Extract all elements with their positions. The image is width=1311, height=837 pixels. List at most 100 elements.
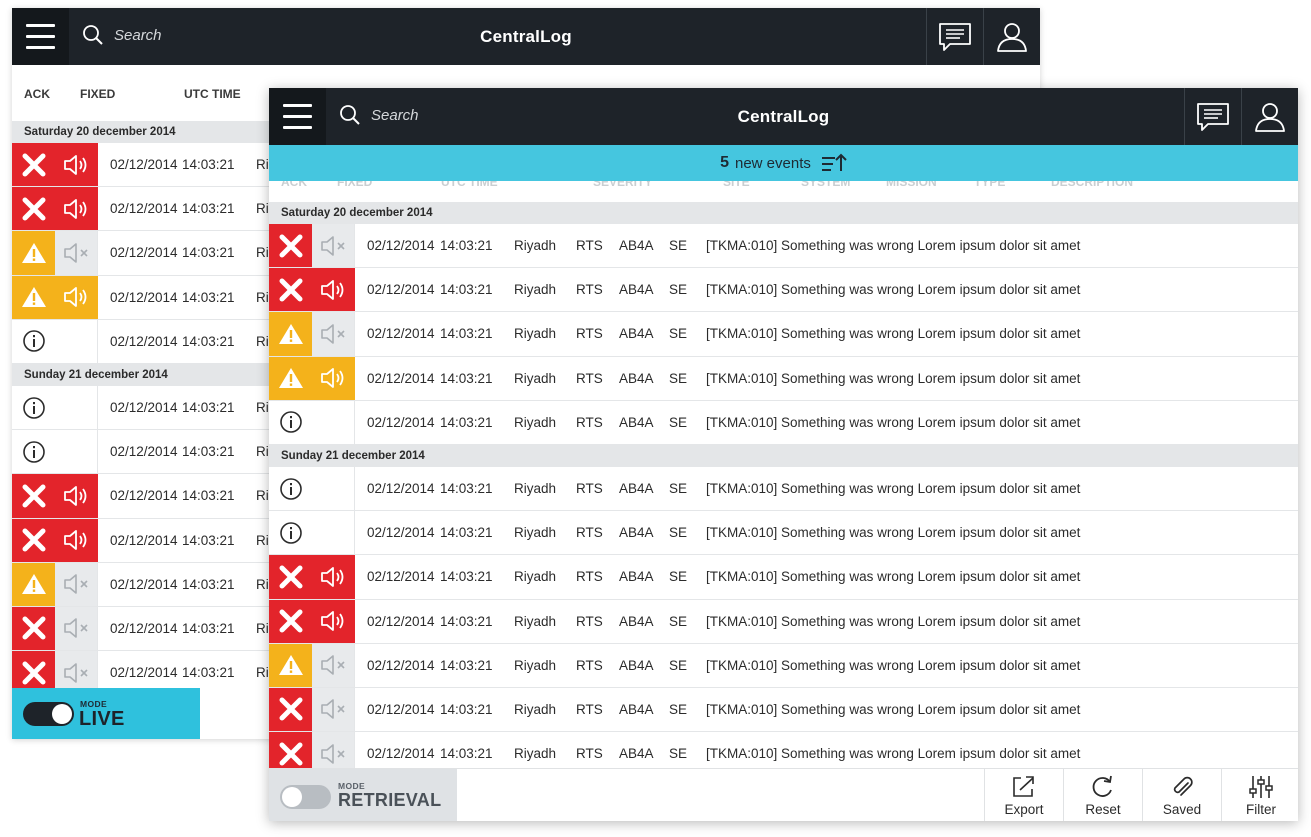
ack-cell[interactable] xyxy=(12,430,55,473)
table-row[interactable]: 02/12/2014 14:03:21 Riyadh RTS AB4A SE [TKMA:0… xyxy=(269,511,1298,556)
menu-button[interactable] xyxy=(269,88,326,145)
table-row[interactable]: 02/12/2014 14:03:21 Riyadh RTS AB4A SE [TKMA:0… xyxy=(269,555,1298,600)
table-row[interactable]: 02/12/2014 14:03:21 Riyadh RTS AB4A SE [TKMA:0… xyxy=(269,356,1298,401)
col-fixed[interactable]: FIXED xyxy=(80,87,115,101)
search-box[interactable]: Search xyxy=(339,104,419,126)
sound-cell[interactable] xyxy=(55,231,98,275)
ack-cell[interactable] xyxy=(269,643,312,687)
table-row[interactable]: 02/12/2014 14:03:21 Riyadh RTS AB4A SE [TKMA:0… xyxy=(269,599,1298,644)
col-ack[interactable]: ACK xyxy=(24,87,50,101)
sound-cell[interactable] xyxy=(55,562,98,606)
ack-cell[interactable] xyxy=(269,356,312,400)
messages-button[interactable] xyxy=(1184,88,1241,145)
sound-cell[interactable] xyxy=(55,385,98,430)
date-cell: 02/12/2014 xyxy=(110,620,178,636)
sound-cell[interactable] xyxy=(55,651,98,688)
ack-cell[interactable] xyxy=(269,401,312,444)
ack-cell[interactable] xyxy=(269,555,312,599)
sound-cell[interactable] xyxy=(312,400,355,444)
site-cell: Riyadh xyxy=(514,414,557,430)
export-button[interactable]: Export xyxy=(984,769,1063,821)
ack-cell[interactable] xyxy=(12,231,55,275)
type-cell: SE xyxy=(669,657,688,673)
paperclip-icon xyxy=(1173,776,1193,796)
new-events-banner[interactable]: 5 new events xyxy=(269,145,1298,181)
col-utc-time[interactable]: UTC TIME xyxy=(184,87,241,101)
info-icon xyxy=(22,396,45,419)
ack-cell[interactable] xyxy=(269,599,312,643)
mode-switch[interactable]: MODE LIVE xyxy=(12,688,200,739)
table-row[interactable]: 02/12/2014 14:03:21 Riyadh RTS AB4A SE [TKMA:0… xyxy=(269,687,1298,733)
sound-cell[interactable] xyxy=(55,319,98,363)
table-row[interactable]: 02/12/2014 14:03:21 Riyadh RTS AB4A SE [TKMA:0… xyxy=(269,466,1298,512)
ack-cell[interactable] xyxy=(12,651,55,688)
sound-cell[interactable] xyxy=(55,143,98,187)
user-button[interactable] xyxy=(983,8,1040,65)
ack-cell[interactable] xyxy=(12,474,55,518)
table-row[interactable]: 02/12/2014 14:03:21 Riyadh RTS AB4A SE [TKMA:0… xyxy=(269,643,1298,688)
sound-cell[interactable] xyxy=(312,687,355,732)
table-row[interactable]: 02/12/2014 14:03:21 Riyadh RTS AB4A SE [TKMA:0… xyxy=(269,268,1298,313)
ack-cell[interactable] xyxy=(269,312,312,356)
ack-cell[interactable] xyxy=(269,511,312,554)
mode-toggle[interactable] xyxy=(280,785,331,809)
sound-cell[interactable] xyxy=(55,474,98,518)
ack-cell[interactable] xyxy=(12,386,55,429)
sound-cell[interactable] xyxy=(312,268,355,312)
table-row[interactable]: 02/12/2014 14:03:21 Riyadh RTS AB4A SE [TKMA:0… xyxy=(269,732,1298,768)
sound-cell[interactable] xyxy=(55,430,98,474)
type-cell: SE xyxy=(669,370,688,386)
sound-cell[interactable] xyxy=(312,643,355,687)
sound-cell[interactable] xyxy=(312,511,355,555)
user-icon xyxy=(997,22,1027,52)
speaker-muted-icon xyxy=(64,243,88,263)
sound-cell[interactable] xyxy=(55,275,98,319)
ack-cell[interactable] xyxy=(12,562,55,606)
ack-cell[interactable] xyxy=(12,518,55,562)
user-button[interactable] xyxy=(1241,88,1298,145)
sound-cell[interactable] xyxy=(312,599,355,643)
ack-cell[interactable] xyxy=(12,320,55,363)
speaker-muted-icon xyxy=(321,699,345,720)
system-cell: RTS xyxy=(576,746,603,762)
reset-button[interactable]: Reset xyxy=(1063,769,1142,821)
mode-toggle[interactable] xyxy=(23,702,74,726)
ack-cell[interactable] xyxy=(269,467,312,510)
messages-button[interactable] xyxy=(926,8,983,65)
toggle-knob xyxy=(282,787,302,807)
filter-button[interactable]: Filter xyxy=(1221,769,1298,821)
ack-cell[interactable] xyxy=(12,606,55,651)
sound-cell[interactable] xyxy=(312,732,355,768)
table-row[interactable]: 02/12/2014 14:03:21 Riyadh RTS AB4A SE [TKMA:0… xyxy=(269,312,1298,357)
site-cell: Ri xyxy=(256,532,269,548)
time-cell: 14:03:21 xyxy=(182,201,235,217)
sound-cell[interactable] xyxy=(312,224,355,268)
table-row[interactable]: 02/12/2014 14:03:21 Riyadh RTS AB4A SE [TKMA:0… xyxy=(269,224,1298,269)
info-icon xyxy=(22,440,45,463)
sound-cell[interactable] xyxy=(312,555,355,599)
ack-cell[interactable] xyxy=(269,224,312,268)
ack-cell[interactable] xyxy=(12,187,55,231)
site-cell: Riyadh xyxy=(514,370,557,386)
sound-cell[interactable] xyxy=(312,312,355,356)
table-row[interactable]: 02/12/2014 14:03:21 Riyadh RTS AB4A SE [TKMA:0… xyxy=(269,400,1298,445)
ack-cell[interactable] xyxy=(269,268,312,312)
ack-cell[interactable] xyxy=(269,732,312,768)
mission-cell: AB4A xyxy=(619,525,654,541)
ack-cell[interactable] xyxy=(12,143,55,187)
sound-cell[interactable] xyxy=(312,356,355,400)
system-cell: RTS xyxy=(576,657,603,673)
sound-cell[interactable] xyxy=(312,466,355,511)
mission-cell: AB4A xyxy=(619,701,654,717)
mode-switch[interactable]: MODE RETRIEVAL xyxy=(269,769,457,821)
ack-cell[interactable] xyxy=(12,275,55,319)
menu-button[interactable] xyxy=(12,8,69,65)
saved-button[interactable]: Saved xyxy=(1142,769,1221,821)
sound-cell[interactable] xyxy=(55,518,98,562)
time-cell: 14:03:21 xyxy=(182,620,235,636)
search-box[interactable]: Search xyxy=(82,24,162,46)
sound-cell[interactable] xyxy=(55,187,98,231)
error-x-icon xyxy=(279,609,302,633)
ack-cell[interactable] xyxy=(269,687,312,732)
sound-cell[interactable] xyxy=(55,606,98,651)
